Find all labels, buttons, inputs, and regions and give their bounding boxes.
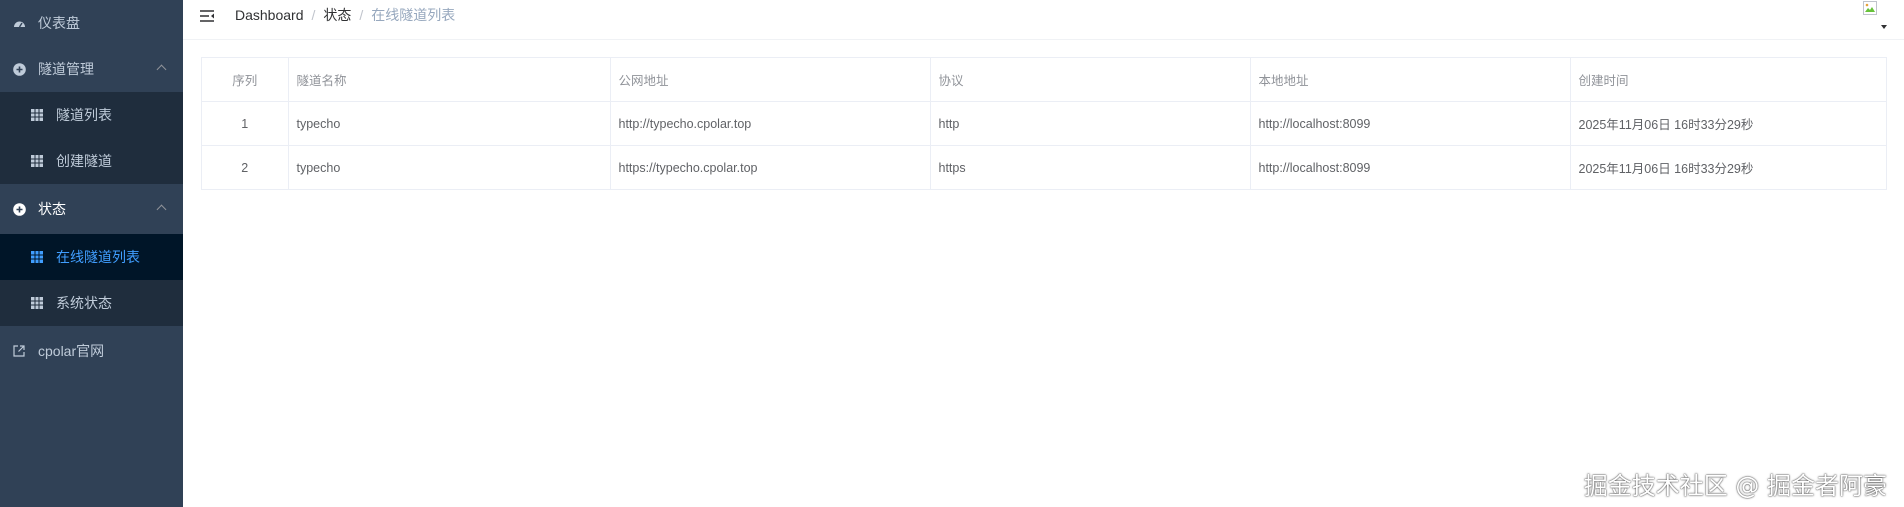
table-cell: https://typecho.cpolar.top xyxy=(610,145,931,189)
avatar-dropdown[interactable] xyxy=(1854,0,1894,36)
breadcrumb: Dashboard / 状态 / 在线隧道列表 xyxy=(235,7,455,23)
avatar[interactable] xyxy=(1863,1,1877,15)
breadcrumb-separator: / xyxy=(359,7,364,23)
dashboard-icon xyxy=(12,16,26,30)
plus-circle-icon xyxy=(12,62,26,76)
sidebar-item-cpolar-website[interactable]: cpolar官网 xyxy=(0,328,183,374)
sidebar-item-label: cpolar官网 xyxy=(38,343,105,359)
chevron-up-icon xyxy=(156,64,167,75)
sidebar-item-dashboard[interactable]: 仪表盘 xyxy=(0,0,183,46)
table-row: 2 typecho https://typecho.cpolar.top htt… xyxy=(202,145,1886,189)
column-header: 本地地址 xyxy=(1250,58,1571,102)
sidebar-item-label: 状态 xyxy=(38,201,66,217)
caret-down-icon[interactable] xyxy=(1881,25,1887,29)
column-header: 创建时间 xyxy=(1570,58,1886,102)
sidebar-item-tunnel-management[interactable]: 隧道管理 xyxy=(0,46,183,92)
table-cell: 2025年11月06日 16时33分29秒 xyxy=(1578,162,1754,176)
sidebar-item-label: 系统状态 xyxy=(56,295,112,311)
plus-circle-icon xyxy=(12,202,26,216)
watermark: 掘金技术社区 @ 掘金者阿豪 xyxy=(1583,472,1887,500)
sidebar-item-status[interactable]: 状态 xyxy=(0,186,183,232)
table-cell: typecho xyxy=(288,101,611,146)
breadcrumb-item-status: 状态 xyxy=(323,7,352,23)
table-cell: 2025年11月06日 16时33分29秒 xyxy=(1570,101,1886,146)
table-cell: 1 xyxy=(202,101,289,146)
column-header: 协议 xyxy=(930,58,1251,102)
breadcrumb-separator: / xyxy=(311,7,316,23)
column-header: 隧道名称 xyxy=(288,58,611,102)
sidebar-item-online-tunnels[interactable]: 在线隧道列表 xyxy=(0,234,183,280)
column-header: 序列 xyxy=(202,58,289,102)
grid-icon xyxy=(30,250,44,264)
external-link-icon xyxy=(12,344,26,358)
table-cell: typecho xyxy=(288,145,611,189)
sidebar-item-label: 仪表盘 xyxy=(38,15,80,31)
grid-icon xyxy=(30,154,44,168)
table-row: 1 typecho http://typecho.cpolar.top http… xyxy=(202,101,1886,146)
sidebar-item-label: 在线隧道列表 xyxy=(56,249,140,265)
hamburger-icon[interactable] xyxy=(199,8,215,24)
sidebar-item-tunnel-list[interactable]: 隧道列表 xyxy=(0,92,183,138)
sidebar-item-label: 隧道管理 xyxy=(38,61,94,77)
table-cell: http://localhost:8099 xyxy=(1250,101,1571,146)
navbar: Dashboard / 状态 / 在线隧道列表 xyxy=(183,0,1904,40)
table-cell: https xyxy=(930,145,1251,189)
table-cell: http://localhost:8099 xyxy=(1250,145,1571,189)
grid-icon xyxy=(30,108,44,122)
sidebar-item-create-tunnel[interactable]: 创建隧道 xyxy=(0,138,183,184)
table-cell: http://typecho.cpolar.top xyxy=(610,101,931,146)
column-header: 公网地址 xyxy=(610,58,931,102)
breadcrumb-item-dashboard[interactable]: Dashboard xyxy=(235,7,304,23)
table-cell: http xyxy=(930,101,1251,146)
grid-icon xyxy=(30,296,44,310)
sidebar-item-label: 创建隧道 xyxy=(56,153,112,169)
online-tunnels-table: 序列 隧道名称 公网地址 协议 本地地址 创建时间 1 typecho http… xyxy=(201,57,1887,190)
sidebar-item-system-status[interactable]: 系统状态 xyxy=(0,280,183,326)
sidebar: 仪表盘 隧道管理 隧道列表 创建隧道 状态 在线隧道列表 系统状态 cpolar… xyxy=(0,0,183,507)
chevron-up-icon xyxy=(156,204,167,215)
table-cell: 2 xyxy=(202,145,289,189)
breadcrumb-item-current: 在线隧道列表 xyxy=(371,7,456,23)
sidebar-item-label: 隧道列表 xyxy=(56,107,112,123)
table-header-row: 序列 隧道名称 公网地址 协议 本地地址 创建时间 xyxy=(202,58,1886,102)
